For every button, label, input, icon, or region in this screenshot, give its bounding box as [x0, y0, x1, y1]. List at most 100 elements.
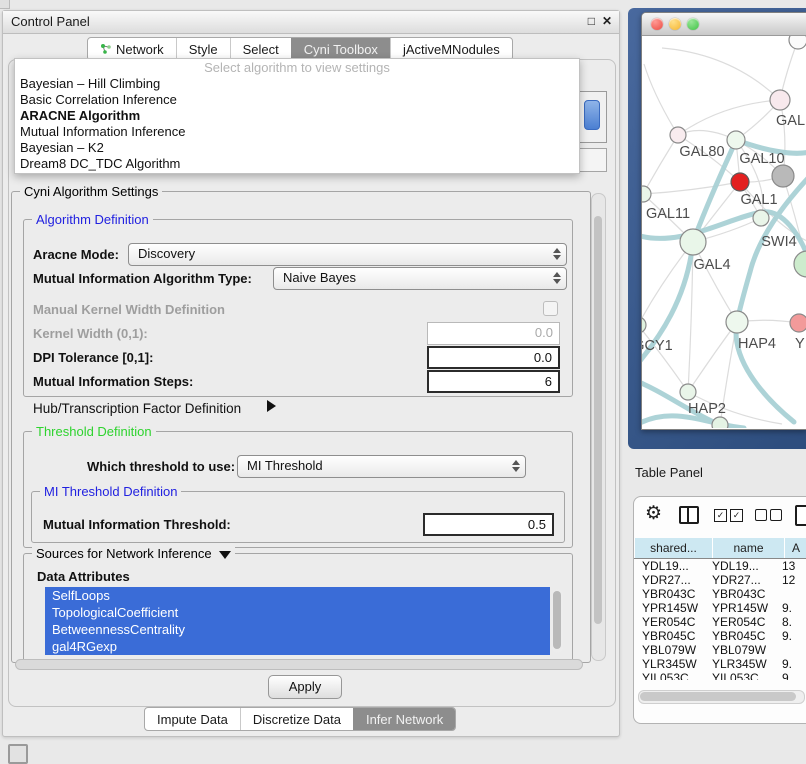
- label-hap2: HAP2: [688, 401, 726, 417]
- label-y-partial: Y: [795, 336, 805, 352]
- tab-discretize-data[interactable]: Discretize Data: [240, 708, 353, 730]
- which-threshold-combo[interactable]: MI Threshold: [237, 455, 526, 478]
- network-window-titlebar: [642, 13, 806, 36]
- settings-vscrollbar[interactable]: [591, 193, 606, 661]
- mi-steps-field[interactable]: 6: [427, 370, 560, 393]
- mi-threshold-field[interactable]: 0.5: [423, 513, 554, 536]
- label-gal11: GAL11: [646, 206, 690, 222]
- expander-arrow-right-icon[interactable]: [267, 400, 276, 412]
- tab-cyni-toolbox[interactable]: Cyni Toolbox: [291, 38, 390, 60]
- settings-vscrollbar-thumb[interactable]: [594, 216, 602, 624]
- window-edge-notch: [0, 0, 10, 9]
- node-gal80[interactable]: [670, 127, 686, 143]
- dropdown-item-basic-correlation[interactable]: Basic Correlation Inference: [15, 92, 579, 108]
- network-view-frame: GAL GAL80 GAL10 GAL1 GAL11 SWI4 GAL4 GCY…: [628, 8, 806, 449]
- document-icon[interactable]: [795, 505, 806, 526]
- node-unlabeled[interactable]: [789, 36, 806, 49]
- hidden-combo-stepper[interactable]: [584, 100, 600, 130]
- table-panel-title: Table Panel: [635, 465, 703, 480]
- node-gal10[interactable]: [727, 131, 745, 149]
- which-threshold-value: MI Threshold: [247, 458, 323, 473]
- apply-button[interactable]: Apply: [268, 675, 342, 699]
- combo-stepper-icon: [552, 247, 561, 261]
- list-vscrollbar[interactable]: [552, 589, 563, 653]
- close-window-icon[interactable]: ✕: [602, 14, 612, 28]
- node-salmon[interactable]: [790, 314, 806, 332]
- manual-kernel-width-checkbox[interactable]: [543, 301, 558, 316]
- list-item-selfloops[interactable]: SelfLoops: [45, 587, 550, 604]
- gear-icon[interactable]: ⚙: [645, 502, 662, 525]
- mi-algorithm-type-combo[interactable]: Naive Bayes: [273, 267, 567, 290]
- node-gal4[interactable]: [680, 229, 706, 255]
- table-hscrollbar-thumb[interactable]: [640, 692, 796, 701]
- minimize-traffic-light[interactable]: [669, 18, 681, 30]
- kernel-width-label: Kernel Width (0,1):: [33, 326, 148, 341]
- control-panel-title: Control Panel: [11, 14, 90, 29]
- sources-group-title: Sources for Network Inference: [32, 546, 235, 561]
- dropdown-item-mutual-information[interactable]: Mutual Information Inference: [15, 124, 579, 140]
- aracne-mode-label: Aracne Mode:: [33, 247, 119, 262]
- manual-kernel-width-label: Manual Kernel Width Definition: [33, 302, 225, 317]
- dropdown-item-dream8[interactable]: Dream8 DC_TDC Algorithm: [15, 156, 579, 172]
- node-hap4[interactable]: [726, 311, 748, 333]
- column-header-name[interactable]: name: [713, 538, 784, 558]
- list-item-betweennesscentrality[interactable]: BetweennessCentrality: [45, 621, 550, 638]
- unchecked-checkbox-icon-2[interactable]: [770, 509, 782, 521]
- tab-impute-data[interactable]: Impute Data: [145, 708, 240, 730]
- tab-infer-network[interactable]: Infer Network: [353, 708, 455, 730]
- mi-steps-label: Mutual Information Steps:: [33, 374, 193, 389]
- table-hscrollbar[interactable]: [638, 690, 805, 704]
- tab-style[interactable]: Style: [176, 38, 230, 60]
- bottom-left-grip[interactable]: [8, 744, 28, 764]
- zoom-traffic-light[interactable]: [687, 18, 699, 30]
- float-window-icon[interactable]: □: [588, 14, 595, 28]
- settings-hscrollbar-thumb[interactable]: [15, 659, 583, 670]
- dropdown-item-bayesian-k2[interactable]: Bayesian – K2: [15, 140, 579, 156]
- aracne-mode-value: Discovery: [138, 246, 195, 261]
- node-bottom-green[interactable]: [712, 417, 728, 428]
- label-gal1: GAL1: [740, 192, 777, 208]
- tab-select[interactable]: Select: [230, 38, 291, 60]
- threshold-definition-title: Threshold Definition: [32, 424, 156, 439]
- sources-title-text: Sources for Network Inference: [36, 546, 212, 561]
- combo-stepper-icon: [552, 271, 561, 285]
- kernel-width-field[interactable]: 0.0: [427, 322, 560, 345]
- dropdown-item-aracne[interactable]: ARACNE Algorithm: [15, 108, 579, 124]
- which-threshold-label: Which threshold to use:: [87, 459, 235, 474]
- algorithm-dropdown-placeholder: Select algorithm to view settings: [15, 59, 579, 76]
- algorithm-dropdown: Select algorithm to view settings Bayesi…: [14, 58, 580, 174]
- list-item-gal4rgexp[interactable]: gal4RGexp: [45, 638, 550, 655]
- mi-threshold-definition-title: MI Threshold Definition: [40, 484, 181, 499]
- network-canvas[interactable]: GAL GAL80 GAL10 GAL1 GAL11 SWI4 GAL4 GCY…: [642, 36, 806, 428]
- node-gal1-red[interactable]: [731, 173, 749, 191]
- aracne-mode-combo[interactable]: Discovery: [128, 243, 567, 266]
- node-gray[interactable]: [772, 165, 794, 187]
- combo-stepper-icon: [511, 459, 520, 473]
- node-swi4[interactable]: [753, 210, 769, 226]
- tab-network[interactable]: Network: [88, 38, 176, 60]
- list-vscrollbar-thumb[interactable]: [553, 591, 561, 649]
- unchecked-checkbox-icon-1[interactable]: [755, 509, 767, 521]
- node-labels: GAL GAL80 GAL10 GAL1 GAL11 SWI4 GAL4 GCY…: [642, 113, 805, 417]
- column-header-shared[interactable]: shared...: [635, 538, 712, 558]
- checked-checkbox-icon-1[interactable]: ✓: [714, 509, 727, 522]
- columns-icon[interactable]: [679, 506, 699, 524]
- checked-checkbox-icon-2[interactable]: ✓: [730, 509, 743, 522]
- node-right-green[interactable]: [794, 251, 806, 277]
- dpi-tolerance-field[interactable]: 0.0: [427, 346, 560, 369]
- tab-network-label: Network: [116, 39, 164, 60]
- mi-threshold-label: Mutual Information Threshold:: [43, 517, 231, 532]
- column-header-partial[interactable]: A: [785, 538, 806, 558]
- hub-definition-expander-label[interactable]: Hub/Transcription Factor Definition: [33, 401, 241, 416]
- network-icon: [100, 43, 112, 55]
- node-gal-partial[interactable]: [770, 90, 790, 110]
- list-item-topologicalcoefficient[interactable]: TopologicalCoefficient: [45, 604, 550, 621]
- node-hap2[interactable]: [680, 384, 696, 400]
- data-attributes-label: Data Attributes: [37, 569, 130, 584]
- algorithm-definition-title: Algorithm Definition: [32, 212, 153, 227]
- close-traffic-light[interactable]: [651, 18, 663, 30]
- node-gcy1[interactable]: [642, 317, 646, 333]
- dropdown-item-bayesian-hill-climbing[interactable]: Bayesian – Hill Climbing: [15, 76, 579, 92]
- tab-jactivemnodules[interactable]: jActiveMNodules: [390, 38, 512, 60]
- expander-arrow-down-icon[interactable]: [219, 551, 231, 559]
